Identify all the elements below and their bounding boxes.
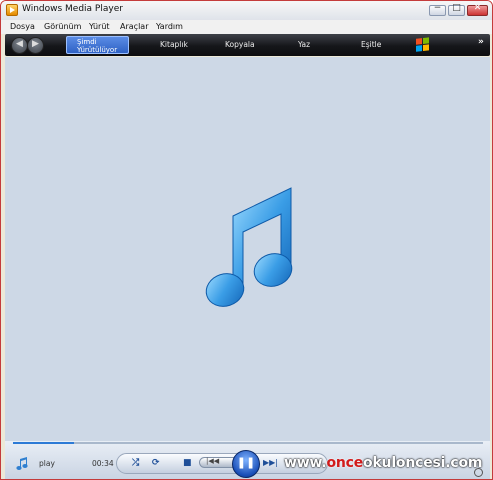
more-tabs-button[interactable]: » xyxy=(478,37,484,47)
next-button[interactable]: ▶▶| xyxy=(263,458,278,467)
watermark-accent: once xyxy=(326,455,364,471)
small-music-note-icon xyxy=(16,457,28,470)
forward-arrow-icon: ▶ xyxy=(32,39,39,49)
pause-icon: ❚❚ xyxy=(236,456,256,469)
media-player-window: Windows Media Player − □ ✕ Dosya Görünüm… xyxy=(0,0,493,480)
forward-button[interactable]: ▶ xyxy=(27,37,44,54)
tab-rip[interactable]: Kopyala xyxy=(225,40,255,49)
menu-yurut[interactable]: Yürüt xyxy=(89,22,110,31)
watermark-text: www.onceokuloncesi.com xyxy=(284,455,482,471)
tab-burn[interactable]: Yaz xyxy=(298,40,310,49)
window-title: Windows Media Player xyxy=(22,4,123,14)
menu-yardim[interactable]: Yardım xyxy=(156,22,183,31)
repeat-button[interactable]: ⟳ xyxy=(152,458,160,468)
seek-bar-fill xyxy=(13,442,75,444)
stop-button[interactable]: ■ xyxy=(183,458,192,468)
play-pause-button[interactable]: ❚❚ xyxy=(232,450,260,478)
menu-bar: Dosya Görünüm Yürüt Araçlar Yardım xyxy=(1,20,492,34)
seek-bar[interactable] xyxy=(13,442,483,444)
title-bar: Windows Media Player − □ ✕ xyxy=(1,1,492,20)
windows-logo-icon[interactable] xyxy=(416,37,430,52)
app-icon xyxy=(6,4,18,16)
watermark-suffix: okuloncesi.com xyxy=(363,455,483,471)
tab-library[interactable]: Kitaplık xyxy=(160,40,188,49)
tab-sync[interactable]: Eşitle xyxy=(361,40,381,49)
minimize-button[interactable]: − xyxy=(429,3,446,16)
minimize-icon: − xyxy=(433,3,442,13)
maximize-icon: □ xyxy=(452,3,461,13)
playback-status: play xyxy=(39,459,55,468)
navigation-bar: ◀ ▶ Şimdi Yürütülüyor Kitaplık Kopyala Y… xyxy=(5,34,490,56)
shuffle-button[interactable]: ⤮ xyxy=(132,458,139,468)
transport-bar: play 00:34 ⤮ ⟳ ■ |◀◀ ❚❚ ▶▶| www.onceokul… xyxy=(5,441,490,479)
close-icon: ✕ xyxy=(473,3,482,13)
elapsed-time: 00:34 xyxy=(92,459,114,468)
previous-icon: |◀◀ xyxy=(206,457,220,465)
mini-player-toggle[interactable] xyxy=(474,468,483,477)
menu-dosya[interactable]: Dosya xyxy=(10,22,35,31)
tab-now-playing[interactable]: Şimdi Yürütülüyor xyxy=(66,36,129,54)
music-note-icon xyxy=(205,187,293,307)
menu-gorunum[interactable]: Görünüm xyxy=(44,22,81,31)
maximize-button[interactable]: □ xyxy=(448,3,465,16)
tab-now-playing-line2: Yürütülüyor xyxy=(77,46,118,54)
close-button[interactable]: ✕ xyxy=(467,3,488,16)
menu-araclar[interactable]: Araçlar xyxy=(120,22,148,31)
now-playing-area xyxy=(5,57,490,441)
watermark-prefix: www. xyxy=(284,455,327,471)
tab-now-playing-line1: Şimdi xyxy=(77,38,97,46)
back-arrow-icon: ◀ xyxy=(16,39,23,49)
back-button[interactable]: ◀ xyxy=(11,37,28,54)
